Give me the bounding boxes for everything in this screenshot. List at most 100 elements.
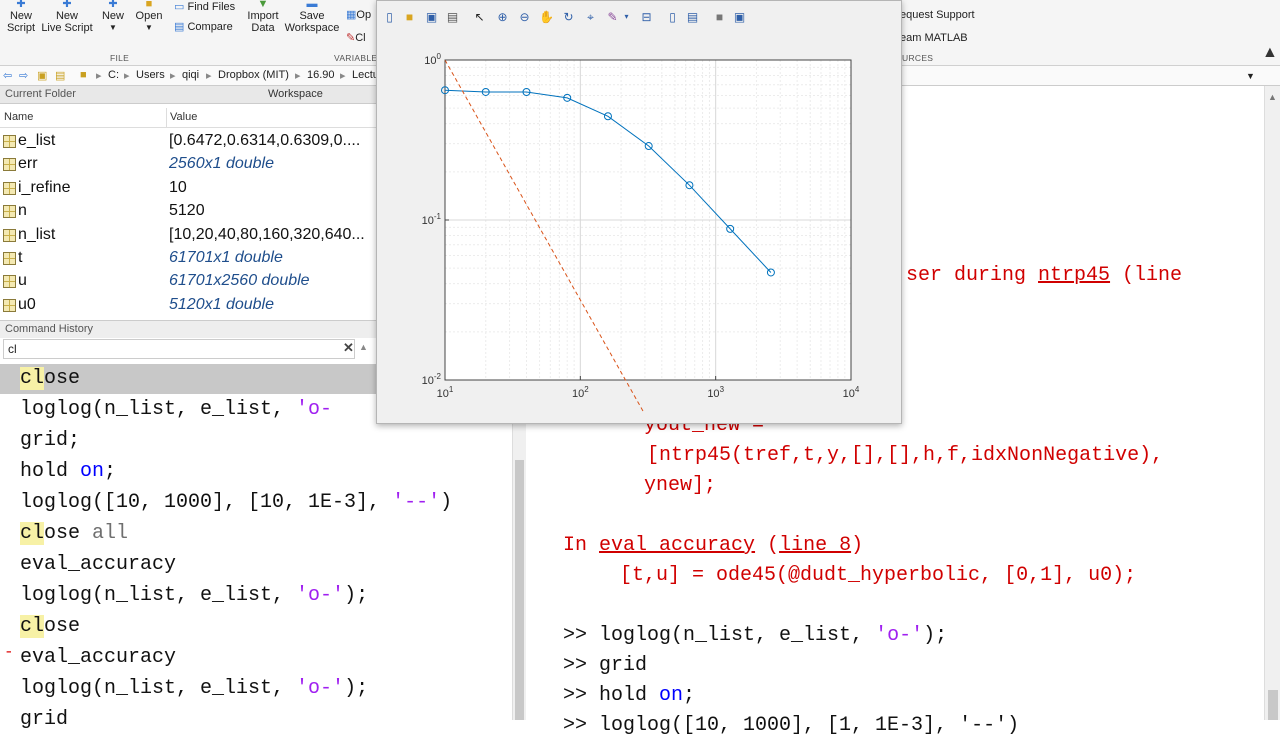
- pan-icon[interactable]: ✋: [539, 10, 554, 24]
- history-item[interactable]: loglog(n_list, e_list, 'o-');: [20, 581, 368, 611]
- workspace-row[interactable]: err 2560x1 double: [0, 153, 376, 176]
- compare-button[interactable]: ▤ Compare: [174, 20, 240, 34]
- variable-value: 2560x1 double: [169, 155, 274, 172]
- request-support-label: equest Support: [900, 9, 975, 21]
- variable-name: u0: [18, 296, 36, 313]
- workspace-row[interactable]: u 61701x2560 double: [0, 270, 376, 293]
- new-script-button[interactable]: ✚ New Script: [4, 0, 38, 50]
- col-value[interactable]: Value: [170, 111, 197, 123]
- cw-token: >> hold: [563, 684, 660, 707]
- chevron-up-icon[interactable]: ▲: [1268, 92, 1277, 102]
- history-item[interactable]: close: [20, 364, 80, 394]
- clear-search-icon[interactable]: ✕: [343, 340, 354, 356]
- find-files-button[interactable]: ▭ Find Files: [174, 0, 240, 13]
- history-token: on: [80, 460, 105, 483]
- variable-value: [10,20,40,80,160,320,640...: [169, 226, 365, 243]
- history-search-input[interactable]: cl: [3, 339, 355, 359]
- tab-workspace[interactable]: Workspace: [268, 88, 323, 100]
- open-button[interactable]: ■ Open ▼: [132, 0, 166, 50]
- history-item[interactable]: hold on;: [20, 457, 116, 487]
- path-seg-1690[interactable]: 16.90: [307, 69, 335, 81]
- new-live-script-button[interactable]: ✚ New Live Script: [40, 0, 94, 50]
- history-item[interactable]: eval_accuracy: [20, 643, 176, 673]
- sep-icon: ▸: [96, 70, 102, 82]
- history-item[interactable]: loglog([10, 1000], [10, 1E-3], '--'): [20, 488, 452, 518]
- loglog-plot[interactable]: 101 102 103 104 10-2 10-1 100: [395, 47, 885, 413]
- command-window-scrollbar[interactable]: ▲: [1264, 86, 1280, 720]
- folder-icon: ■: [80, 69, 87, 81]
- clear-workspace-button[interactable]: ✎Cl: [346, 31, 366, 44]
- request-support-button[interactable]: equest Support: [900, 9, 975, 21]
- history-token: '--': [392, 491, 441, 514]
- history-item[interactable]: eval_accuracy: [20, 550, 176, 580]
- hide-plot-tools-icon[interactable]: ■: [712, 10, 727, 24]
- workspace-row[interactable]: t 61701x1 double: [0, 247, 376, 270]
- path-seg-users[interactable]: Users: [136, 69, 165, 81]
- workspace-row[interactable]: i_refine 10: [0, 177, 376, 200]
- col-name[interactable]: Name: [4, 111, 33, 123]
- open-variable-label: Op: [356, 9, 372, 21]
- open-file-icon[interactable]: ■: [402, 10, 417, 24]
- col-divider: [166, 108, 167, 128]
- learn-matlab-button[interactable]: eam MATLAB: [900, 32, 968, 44]
- back-icon[interactable]: ⇦: [3, 69, 12, 82]
- history-item[interactable]: close all: [20, 519, 128, 549]
- up-folder-icon[interactable]: ▣: [37, 69, 47, 82]
- data-cursor-icon[interactable]: ⌖: [583, 10, 598, 24]
- save-icon[interactable]: ▣: [424, 10, 439, 24]
- show-plot-tools-icon[interactable]: ▣: [732, 10, 747, 24]
- workspace-row[interactable]: n_list [10,20,40,80,160,320,640...: [0, 224, 376, 247]
- cw-token: eval_accuracy: [599, 534, 756, 557]
- chevron-down-icon[interactable]: ▼: [1246, 71, 1255, 81]
- path-seg-qiqi[interactable]: qiqi: [182, 69, 199, 81]
- print-icon[interactable]: ▤: [445, 10, 460, 24]
- cw-scroll-thumb[interactable]: [1268, 690, 1278, 720]
- x-tick-label: 103: [707, 385, 724, 400]
- link-icon[interactable]: ⊟: [639, 10, 654, 24]
- rotate-icon[interactable]: ↻: [561, 10, 576, 24]
- legend-icon[interactable]: ▤: [685, 10, 700, 24]
- folder-icon: ■: [145, 0, 153, 10]
- history-item[interactable]: loglog(n_list, e_list, 'o-: [20, 395, 332, 425]
- import-data-button[interactable]: ▼ Import Data: [244, 0, 282, 50]
- history-item[interactable]: loglog(n_list, e_list, 'o-');: [20, 674, 368, 704]
- history-token: grid;: [20, 429, 81, 452]
- zoom-in-icon[interactable]: ⊕: [495, 10, 510, 24]
- tab-current-folder[interactable]: Current Folder: [5, 88, 76, 100]
- x-tick-label: 102: [572, 385, 589, 400]
- new-button[interactable]: ✚ New ▼: [98, 0, 128, 50]
- workspace-row[interactable]: u0 5120x1 double: [0, 294, 376, 317]
- colorbar-icon[interactable]: ▯: [665, 10, 680, 24]
- save-workspace-button[interactable]: ▬ Save Workspace: [284, 0, 340, 50]
- path-seg-dropbox[interactable]: Dropbox (MIT): [218, 69, 289, 81]
- compare-label: Compare: [187, 21, 233, 33]
- brush-icon[interactable]: ✎: [605, 10, 620, 24]
- path-seg-drive[interactable]: C:: [108, 69, 119, 81]
- pointer-icon[interactable]: ↖: [472, 10, 487, 24]
- history-token: loglog(n_list, e_list,: [20, 398, 297, 421]
- chevron-up-icon[interactable]: ▲: [359, 342, 368, 352]
- workspace-row[interactable]: e_list [0.6472,0.6314,0.6309,0....: [0, 130, 376, 153]
- path-seg-lectures[interactable]: Lectu: [352, 69, 379, 81]
- chevron-down-icon[interactable]: ▾: [619, 10, 634, 24]
- history-item[interactable]: grid: [20, 705, 68, 735]
- command-history-title: Command History: [5, 323, 94, 335]
- new-script-label: New Script: [6, 10, 36, 34]
- command-window-line: >> loglog([10, 1000], [1, 1E-3], '--'): [563, 714, 1019, 737]
- variable-value: 61701x2560 double: [169, 272, 310, 289]
- matrix-icon: [3, 135, 16, 148]
- zoom-out-icon[interactable]: ⊖: [517, 10, 532, 24]
- workspace-row[interactable]: n 5120: [0, 200, 376, 223]
- forward-icon[interactable]: ⇨: [19, 69, 28, 82]
- history-scroll-thumb[interactable]: [515, 460, 524, 720]
- open-variable-button[interactable]: ▦Op: [346, 8, 371, 21]
- browse-icon[interactable]: ▤: [55, 69, 65, 82]
- collapse-toolstrip-icon[interactable]: ▲: [1262, 44, 1278, 62]
- matrix-icon: [3, 158, 16, 171]
- history-item[interactable]: close: [20, 612, 80, 642]
- new-figure-icon[interactable]: ▯: [382, 10, 397, 24]
- history-token: 'o-: [296, 398, 333, 421]
- figure-window[interactable]: ▯ ■ ▣ ▤ ↖ ⊕ ⊖ ✋ ↻ ⌖ ✎ ▾ ⊟ ▯ ▤ ■ ▣ 101 102…: [376, 0, 902, 424]
- cw-token: [ntrp45(tref,t,y,[],[],h,f,idxNonNegativ…: [647, 444, 1164, 467]
- history-item[interactable]: grid;: [20, 426, 80, 456]
